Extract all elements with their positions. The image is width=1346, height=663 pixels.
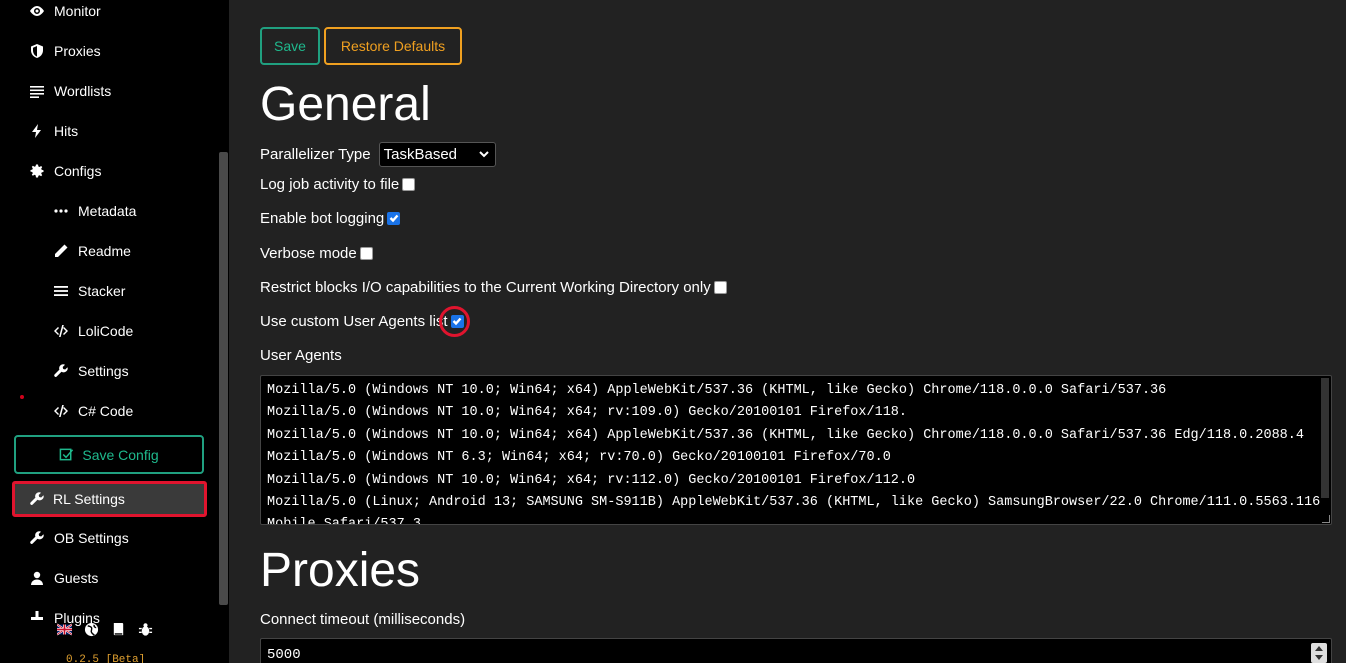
sidebar-item-label: Proxies: [54, 43, 101, 59]
restrict-io-row: Restrict blocks I/O capabilities to the …: [260, 277, 727, 297]
save-config-button[interactable]: Save Config: [14, 435, 204, 474]
connect-timeout-row: Connect timeout (milliseconds): [260, 609, 465, 629]
code-icon: [52, 402, 70, 420]
connect-timeout-input[interactable]: 5000: [260, 638, 1332, 663]
sidebar-scrollbar[interactable]: [219, 152, 228, 605]
chevron-down-icon: [478, 151, 489, 158]
bot-logging-label: Enable bot logging: [260, 209, 385, 227]
bolt-icon: [28, 122, 46, 140]
shield-icon: [28, 42, 46, 60]
parallelizer-select[interactable]: TaskBased: [378, 141, 496, 167]
version-label: 0.2.5 [Beta]: [66, 654, 146, 663]
sidebar-item-label: OB Settings: [54, 530, 129, 546]
check-icon: [389, 214, 399, 223]
parallelizer-label: Parallelizer Type: [260, 145, 371, 163]
verbose-mode-checkbox[interactable]: [359, 246, 373, 260]
sidebar-item-guests[interactable]: Guests: [0, 563, 98, 593]
sidebar-item-ob-settings[interactable]: OB Settings: [0, 523, 129, 553]
verbose-mode-row: Verbose mode: [260, 243, 373, 263]
sidebar-item-label: Configs: [54, 163, 102, 179]
section-title-general: General: [260, 78, 431, 131]
wrench-icon: [52, 362, 70, 380]
pencil-icon: [52, 242, 70, 260]
resize-handle[interactable]: [1322, 515, 1330, 523]
highlight-circle: [438, 305, 470, 337]
dots-icon: [52, 202, 70, 220]
user-agent-line: Mozilla/5.0 (Windows NT 10.0; Win64; x64…: [267, 427, 1304, 443]
user-agent-line: Mobile Safari/537.3: [267, 517, 421, 525]
sidebar-item-lolicode[interactable]: LoliCode: [0, 316, 133, 346]
chevron-down-icon: [1315, 655, 1323, 660]
sidebar-item-label: Metadata: [78, 203, 137, 219]
section-title-proxies: Proxies: [260, 544, 421, 597]
sidebar-item-label: LoliCode: [78, 323, 134, 339]
eye-icon: [28, 2, 46, 20]
sidebar-item-label: Monitor: [54, 3, 101, 19]
list-icon: [28, 82, 46, 100]
user-agent-line: Mozilla/5.0 (Windows NT 10.0; Win64; x64…: [267, 405, 908, 421]
log-job-activity-row: Log job activity to file: [260, 174, 416, 194]
chevron-up-icon: [1315, 646, 1323, 651]
wrench-icon: [28, 529, 46, 547]
gear-icon: [28, 162, 46, 180]
bot-logging-checkbox[interactable]: [387, 211, 401, 225]
main-content: Save Restore Defaults General Paralleliz…: [229, 0, 1346, 663]
restore-defaults-button[interactable]: Restore Defaults: [324, 27, 462, 65]
hamburger-icon: [52, 282, 70, 300]
user-icon: [28, 569, 46, 587]
footer-icons: [56, 621, 154, 638]
sidebar-item-readme[interactable]: Readme: [0, 236, 131, 266]
globe-icon[interactable]: [83, 621, 100, 638]
sidebar-item-label: Hits: [54, 123, 79, 139]
save-button[interactable]: Save: [260, 27, 320, 65]
sidebar-item-label: C# Code: [78, 403, 134, 419]
user-agent-line: Mozilla/5.0 (Linux; Android 13; SAMSUNG …: [267, 494, 1321, 510]
notification-dot: [20, 395, 24, 399]
user-agents-textarea[interactable]: Mozilla/5.0 (Windows NT 10.0; Win64; x64…: [260, 375, 1332, 525]
sidebar: Monitor Proxies Wordlists Hits Configs M…: [0, 0, 229, 663]
sidebar-item-metadata[interactable]: Metadata: [0, 196, 136, 226]
user-agents-label: User Agents: [260, 346, 342, 364]
user-agents-label-row: User Agents: [260, 345, 342, 365]
log-job-activity-label: Log job activity to file: [260, 175, 400, 193]
book-icon[interactable]: [110, 621, 127, 638]
sidebar-item-wordlists[interactable]: Wordlists: [0, 76, 111, 106]
sidebar-item-monitor[interactable]: Monitor: [0, 0, 101, 26]
sidebar-item-label: Guests: [54, 570, 99, 586]
wrench-icon: [30, 492, 44, 505]
check-square-icon: [60, 448, 74, 461]
sidebar-item-label: Settings: [78, 363, 129, 379]
custom-ua-row: Use custom User Agents list: [260, 305, 470, 337]
sidebar-item-label: Wordlists: [54, 83, 112, 99]
sidebar-item-stacker[interactable]: Stacker: [0, 276, 125, 306]
log-job-activity-checkbox[interactable]: [402, 177, 416, 191]
uk-flag-icon[interactable]: [56, 621, 73, 638]
textarea-scrollbar[interactable]: [1321, 378, 1329, 498]
restrict-io-label: Restrict blocks I/O capabilities to the …: [260, 278, 711, 296]
sidebar-item-rl-settings[interactable]: RL Settings: [12, 481, 207, 517]
connect-timeout-label: Connect timeout (milliseconds): [260, 610, 466, 628]
number-spinner[interactable]: [1311, 643, 1327, 663]
custom-ua-label: Use custom User Agents list: [260, 312, 448, 330]
sidebar-item-label: Stacker: [78, 283, 126, 299]
bug-icon[interactable]: [137, 621, 154, 638]
sidebar-item-hits[interactable]: Hits: [0, 116, 78, 146]
verbose-mode-label: Verbose mode: [260, 244, 357, 262]
sidebar-item-proxies[interactable]: Proxies: [0, 36, 101, 66]
bot-logging-row: Enable bot logging: [260, 208, 401, 228]
user-agent-line: Mozilla/5.0 (Windows NT 10.0; Win64; x64…: [267, 472, 916, 488]
sidebar-item-configs[interactable]: Configs: [0, 156, 101, 186]
sidebar-item-settings[interactable]: Settings: [0, 356, 129, 386]
user-agent-line: Mozilla/5.0 (Windows NT 10.0; Win64; x64…: [267, 383, 1167, 398]
plug-icon: [28, 609, 46, 627]
restrict-io-checkbox[interactable]: [713, 280, 727, 294]
sidebar-item-label: Readme: [78, 243, 131, 259]
parallelizer-row: Parallelizer Type TaskBased: [260, 141, 496, 167]
code-icon: [52, 322, 70, 340]
sidebar-item-csharp-code[interactable]: C# Code: [0, 396, 133, 426]
user-agent-line: Mozilla/5.0 (Windows NT 6.3; Win64; x64;…: [267, 450, 891, 466]
